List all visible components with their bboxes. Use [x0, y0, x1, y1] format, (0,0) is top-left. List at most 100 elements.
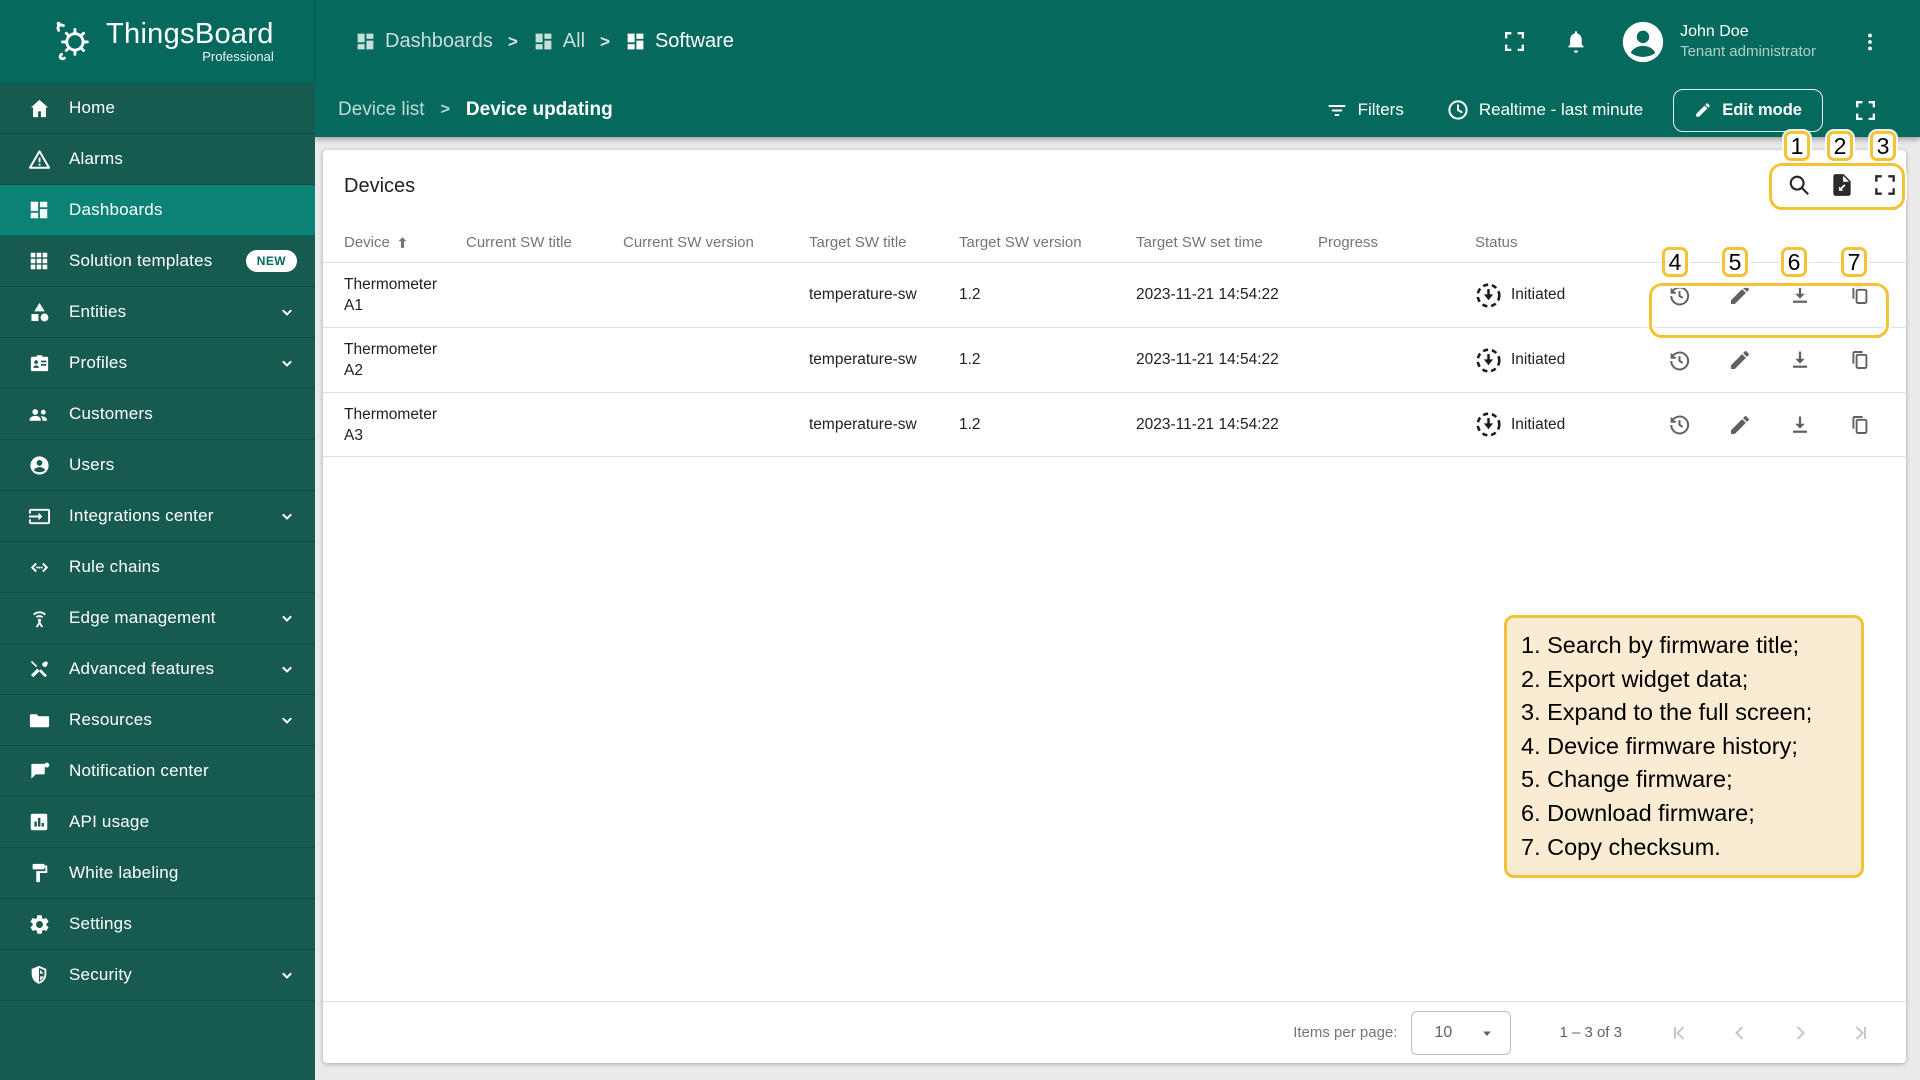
clock-icon	[1448, 100, 1468, 120]
expand-widget-icon[interactable]	[1872, 172, 1898, 198]
chevron-down-icon	[282, 360, 292, 367]
sidebar-item-profiles[interactable]: Profiles	[0, 338, 315, 389]
sidebar-item-security[interactable]: Security	[0, 950, 315, 1001]
breadcrumb: Dashboards > All > Software	[355, 30, 734, 53]
first-page-icon[interactable]	[1668, 1021, 1692, 1045]
column-header-status[interactable]: Status	[1475, 234, 1650, 251]
sidebar-item-users[interactable]: Users	[0, 440, 315, 491]
previous-page-icon[interactable]	[1728, 1021, 1752, 1045]
sidebar-item-integrations-center[interactable]: Integrations center	[0, 491, 315, 542]
table-row[interactable]: Thermometer A3 temperature-sw 1.2 2023-1…	[323, 392, 1906, 457]
dashboard-fullscreen-icon[interactable]	[1853, 98, 1878, 123]
download-firmware-icon[interactable]	[1788, 283, 1812, 307]
sidebar-item-label: Alarms	[69, 149, 124, 168]
sidebar-item-entities[interactable]: Entities	[0, 287, 315, 338]
account-circle-icon	[27, 453, 51, 477]
cell-status: Initiated	[1475, 347, 1650, 374]
breadcrumb-all[interactable]: All	[533, 30, 585, 53]
sidebar-item-rule-chains[interactable]: Rule chains	[0, 542, 315, 593]
status-initiated-icon	[1476, 412, 1501, 437]
download-firmware-icon[interactable]	[1788, 348, 1812, 372]
legend-line: 6. Download firmware;	[1521, 799, 1755, 826]
user-info[interactable]: John Doe Tenant administrator	[1680, 22, 1816, 61]
cell-target-sw-title: temperature-sw	[809, 351, 917, 368]
fullscreen-icon[interactable]	[1502, 29, 1527, 54]
widget-title: Devices	[344, 175, 416, 197]
brand-logo[interactable]: ThingsBoard Professional	[0, 0, 315, 83]
export-widget-data-icon[interactable]	[1829, 172, 1855, 198]
breadcrumb-dashboards[interactable]: Dashboards	[355, 30, 493, 53]
column-header-device[interactable]: Device	[344, 234, 466, 251]
sidebar-item-settings[interactable]: Settings	[0, 899, 315, 950]
sidebar-item-solution-templates[interactable]: Solution templates NEW	[0, 236, 315, 287]
sidebar-item-api-usage[interactable]: API usage	[0, 797, 315, 848]
breadcrumb-separator: >	[507, 31, 518, 51]
sidebar-item-label: Customers	[69, 404, 153, 423]
column-header-target-sw-version[interactable]: Target SW version	[959, 234, 1136, 251]
notifications-bell-icon[interactable]	[1563, 29, 1589, 55]
user-avatar[interactable]	[1621, 20, 1665, 64]
sidebar-item-edge-management[interactable]: Edge management	[0, 593, 315, 644]
sidebar-item-label: Entities	[69, 302, 127, 321]
legend-line: 3. Expand to the full screen;	[1521, 699, 1813, 726]
user-role: Tenant administrator	[1680, 43, 1816, 60]
firmware-history-icon[interactable]	[1667, 412, 1692, 437]
filters-button[interactable]: Filters	[1325, 98, 1404, 122]
row-actions	[1650, 283, 1906, 308]
copy-checksum-icon[interactable]	[1848, 413, 1872, 437]
pencil-icon	[1696, 103, 1710, 117]
change-firmware-icon[interactable]	[1728, 413, 1752, 437]
change-firmware-icon[interactable]	[1728, 348, 1752, 372]
sidebar-item-alarms[interactable]: Alarms	[0, 134, 315, 185]
table-row[interactable]: Thermometer A2 temperature-sw 1.2 2023-1…	[323, 327, 1906, 392]
download-firmware-icon[interactable]	[1788, 413, 1812, 437]
sidebar-item-dashboards[interactable]: Dashboards	[0, 185, 315, 236]
sidebar-item-home[interactable]: Home	[0, 83, 315, 134]
page-size-select[interactable]: 10	[1411, 1010, 1512, 1055]
row-actions	[1650, 412, 1906, 437]
more-menu-icon[interactable]	[1858, 30, 1882, 54]
widget-header-actions	[1786, 172, 1898, 198]
cell-status: Initiated	[1475, 411, 1650, 438]
tools-icon	[27, 657, 51, 681]
items-per-page-label: Items per page:	[1293, 1024, 1398, 1041]
column-header-target-sw-title[interactable]: Target SW title	[809, 234, 959, 251]
last-page-icon[interactable]	[1848, 1021, 1872, 1045]
status-initiated-icon	[1476, 282, 1501, 308]
sidebar-item-label: White labeling	[69, 863, 179, 882]
change-firmware-icon[interactable]	[1728, 283, 1752, 307]
table-header-row: Device Current SW title Current SW versi…	[323, 222, 1906, 262]
sidebar-item-label: Security	[69, 965, 133, 984]
dashboards-icon	[27, 198, 51, 222]
sidebar-item-label: Profiles	[69, 353, 128, 372]
column-header-progress[interactable]: Progress	[1318, 234, 1475, 251]
search-icon[interactable]	[1786, 172, 1812, 198]
firmware-history-icon[interactable]	[1667, 348, 1692, 373]
timewindow-button[interactable]: Realtime - last minute	[1446, 98, 1643, 122]
sidebar-item-label: Solution templates	[69, 251, 213, 270]
firmware-history-icon[interactable]	[1667, 283, 1692, 308]
sidebar-item-white-labeling[interactable]: White labeling	[0, 848, 315, 899]
rule-chain-icon	[27, 555, 51, 579]
sidebar-item-label: Dashboards	[69, 200, 163, 219]
sidebar-item-resources[interactable]: Resources	[0, 695, 315, 746]
toolbar-actions: Filters Realtime - last minute Edit mode	[1325, 88, 1920, 132]
copy-checksum-icon[interactable]	[1848, 348, 1872, 372]
column-header-current-sw-title[interactable]: Current SW title	[466, 234, 623, 251]
cell-target-sw-title: temperature-sw	[809, 415, 917, 433]
sidebar-item-advanced-features[interactable]: Advanced features	[0, 644, 315, 695]
people-icon	[27, 402, 51, 426]
copy-checksum-icon[interactable]	[1848, 283, 1872, 307]
sidebar-item-notification-center[interactable]: Notification center	[0, 746, 315, 797]
column-header-target-sw-set-time[interactable]: Target SW set time	[1136, 234, 1318, 251]
table-row[interactable]: Thermometer A1 temperature-sw 1.2 2023-1…	[323, 262, 1906, 327]
chevron-down-icon	[282, 717, 292, 724]
sidebar-item-customers[interactable]: Customers	[0, 389, 315, 440]
dashboard-breadcrumb-parent[interactable]: Device list	[338, 99, 425, 121]
edit-mode-button[interactable]: Edit mode	[1673, 88, 1823, 132]
column-header-current-sw-version[interactable]: Current SW version	[623, 234, 809, 251]
dashboard-toolbar: Device list > Device updating Filters Re…	[315, 83, 1920, 137]
next-page-icon[interactable]	[1788, 1021, 1812, 1045]
thingsboard-logo-icon	[50, 16, 96, 67]
breadcrumb-software[interactable]: Software	[625, 30, 734, 53]
